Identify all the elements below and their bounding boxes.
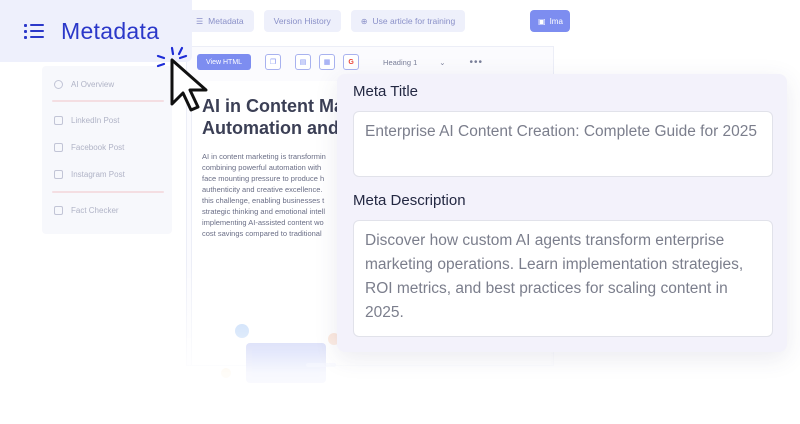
divider [52, 100, 164, 102]
docx-icon[interactable]: ▦ [319, 54, 336, 70]
tab-training-label: Use article for training [372, 16, 456, 26]
meta-panel: Meta Title Enterprise AI Content Creatio… [337, 74, 787, 352]
sidebar-item-label: Instagram Post [71, 170, 125, 179]
copy-icon[interactable]: ❐ [265, 54, 282, 70]
editor-toolbar: View HTML ❐ ▤ ▦ G Heading 1 ⌄ ••• [197, 54, 483, 70]
heading-select[interactable]: Heading 1 ⌄ [383, 58, 446, 67]
tab-version-history[interactable]: Version History [263, 10, 341, 32]
more-options-icon[interactable]: ••• [470, 57, 484, 68]
sidebar-item-instagram[interactable]: Instagram Post [54, 170, 125, 179]
ai-icon [54, 80, 63, 89]
meta-title-field[interactable]: Enterprise AI Content Creation: Complete… [353, 111, 773, 177]
list-icon [24, 23, 44, 39]
divider [52, 191, 164, 193]
meta-description-field[interactable]: Discover how custom AI agents transform … [353, 220, 773, 337]
linkedin-icon [54, 116, 63, 125]
sidebar-item-ai-overview[interactable]: AI Overview [54, 80, 114, 89]
training-icon: ⊕ [360, 16, 368, 26]
sidebar-item-label: AI Overview [71, 80, 115, 89]
meta-title-label: Meta Title [353, 83, 419, 100]
chevron-down-icon: ⌄ [439, 57, 446, 67]
facebook-icon [54, 143, 63, 152]
sidebar-item-facebook[interactable]: Facebook Post [54, 143, 124, 152]
sidebar-item-label: Facebook Post [71, 143, 125, 152]
google-docs-icon[interactable]: G [343, 54, 360, 70]
tab-use-article-for-training[interactable]: ⊕ Use article for training [350, 10, 466, 32]
tab-version-history-label: Version History [273, 16, 331, 26]
mouse-pointer-icon [156, 46, 208, 112]
instagram-icon [54, 170, 63, 179]
tab-metadata[interactable]: ☰ Metadata [186, 10, 254, 32]
sidebar-item-linkedin[interactable]: LinkedIn Post [54, 116, 119, 125]
tab-metadata-label: Metadata [208, 16, 244, 26]
image-button-label: Ima [549, 16, 563, 26]
heading-select-value: Heading 1 [383, 57, 418, 67]
sidebar-item-fact-checker[interactable]: Fact Checker [54, 206, 119, 215]
image-icon: ▣ [538, 16, 546, 26]
fact-check-icon [54, 206, 63, 215]
meta-description-label: Meta Description [353, 192, 466, 209]
image-button[interactable]: ▣ Ima [530, 10, 570, 32]
sidebar-item-label: Fact Checker [71, 206, 119, 215]
metadata-button-label: Metadata [61, 17, 160, 44]
pdf-icon[interactable]: ▤ [295, 54, 312, 70]
list-icon: ☰ [196, 16, 204, 26]
sidebar-item-label: LinkedIn Post [71, 116, 120, 125]
top-tab-bar: ☰ Metadata Version History ⊕ Use article… [186, 10, 466, 32]
article-illustration [221, 324, 340, 383]
